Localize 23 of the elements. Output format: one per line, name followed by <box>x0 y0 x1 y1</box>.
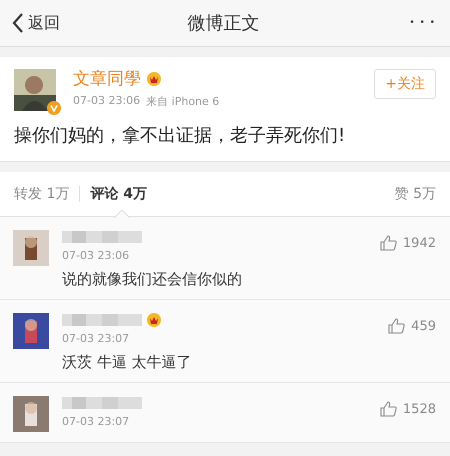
tab[interactable]: 评论 4万 <box>90 185 147 203</box>
back-button[interactable]: 返回 <box>12 12 60 34</box>
post-time: 07-03 23:06 <box>73 94 140 109</box>
comment-text: 沃茨 牛逼 太牛逼了 <box>62 353 193 372</box>
thumbs-up-icon <box>388 318 406 334</box>
thumbs-up-icon <box>380 401 397 417</box>
comment-time: 07-03 23:06 <box>62 249 130 262</box>
like-button[interactable]: 1528 <box>380 401 436 417</box>
comment-text: 说的就像我们还会信你似的 <box>62 270 243 289</box>
follow-button[interactable]: +关注 <box>374 69 436 99</box>
like-button[interactable]: 1942 <box>380 235 436 251</box>
comment-time: 07-03 23:07 <box>62 332 130 345</box>
post-source: 来自 iPhone 6 <box>146 94 220 109</box>
tab[interactable]: 转发 1万 <box>14 185 70 203</box>
post-text: 操你们妈的，拿不出证据，老子弄死你们! <box>14 124 346 147</box>
like-button[interactable]: 459 <box>388 318 436 334</box>
page-title: 微博正文 <box>188 12 260 35</box>
chevron-left-icon <box>12 12 24 34</box>
author-name[interactable]: 文章同學 <box>73 67 141 90</box>
comment-time: 07-03 23:07 <box>62 415 130 428</box>
more-button[interactable]: • • • <box>409 18 436 28</box>
likes-tab[interactable]: 赞 5万 <box>394 185 436 203</box>
thumbs-up-icon <box>380 235 397 251</box>
